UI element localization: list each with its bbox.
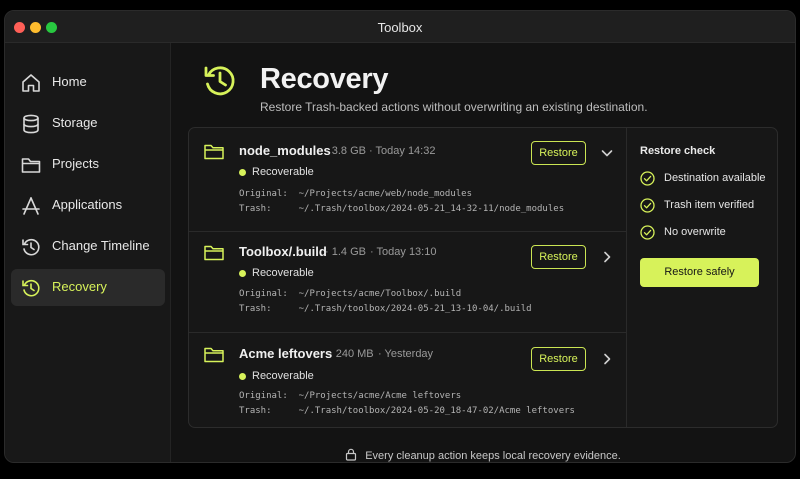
original-path: Original: ~/Projects/acme/Toolbox/.build	[239, 289, 462, 299]
item-time: · Today 14:32	[369, 145, 436, 157]
check-item: No overwrite	[640, 225, 775, 241]
item-name: Toolbox/.build	[239, 244, 327, 259]
restore-button[interactable]: Restore	[531, 245, 586, 269]
sidebar-item-home[interactable]: Home	[11, 64, 165, 101]
folder-icon	[21, 158, 41, 173]
trash-path: Trash: ~/.Trash/toolbox/2024-05-20_18-47…	[239, 406, 575, 416]
folder-icon	[204, 144, 224, 160]
check-label: No overwrite	[664, 226, 726, 238]
status-dot	[239, 270, 246, 277]
check-item: Destination available	[640, 171, 775, 187]
restore-button[interactable]: Restore	[531, 347, 586, 371]
check-circle-icon	[640, 171, 655, 186]
sidebar-item-storage[interactable]: Storage	[11, 105, 165, 142]
item-time: · Today 13:10	[370, 246, 437, 258]
sidebar-item-change-timeline[interactable]: Change Timeline	[11, 228, 165, 265]
page-title: Recovery	[260, 63, 389, 95]
restore-safely-button[interactable]: Restore safely	[640, 258, 759, 287]
chevron-down-icon[interactable]	[600, 146, 614, 160]
item-time: · Yesterday	[378, 348, 434, 360]
status-badge: Recoverable	[252, 267, 314, 279]
check-circle-icon	[640, 225, 655, 240]
list-item[interactable]: node_modules · 3.8 GB · Today 14:32 Reco…	[189, 128, 626, 232]
recovery-icon	[22, 279, 40, 297]
title-bar: Toolbox	[5, 11, 795, 43]
restore-button[interactable]: Restore	[531, 141, 586, 165]
item-name: node_modules	[239, 143, 331, 158]
trash-path: Trash: ~/.Trash/toolbox/2024-05-21_13-10…	[239, 304, 532, 314]
sidebar-item-label: Change Timeline	[52, 238, 150, 253]
recovery-list: node_modules · 3.8 GB · Today 14:32 Reco…	[189, 128, 626, 427]
sidebar-item-applications[interactable]: Applications	[11, 187, 165, 224]
item-size: · 240 MB	[329, 348, 374, 360]
status-badge: Recoverable	[252, 166, 314, 178]
trash-path: Trash: ~/.Trash/toolbox/2024-05-21_14-32…	[239, 204, 565, 214]
database-icon	[23, 114, 39, 134]
item-size: · 1.4 GB	[325, 246, 366, 258]
status-badge: Recoverable	[252, 370, 314, 382]
sidebar: Home Storage Projects Applications Chang…	[5, 43, 171, 462]
lock-icon	[346, 448, 357, 461]
original-path: Original: ~/Projects/acme/Acme leftovers	[239, 391, 462, 401]
window-title: Toolbox	[377, 20, 423, 35]
sidebar-item-projects[interactable]: Projects	[11, 146, 165, 183]
applications-icon	[22, 197, 40, 215]
list-item[interactable]: Toolbox/.build · 1.4 GB · Today 13:10 Re…	[189, 232, 626, 333]
sidebar-item-recovery[interactable]: Recovery	[11, 269, 165, 306]
item-name: Acme leftovers	[239, 346, 333, 361]
history-icon	[22, 238, 40, 256]
restore-check-title: Restore check	[640, 145, 716, 157]
sidebar-item-label: Home	[52, 74, 87, 89]
sidebar-item-label: Recovery	[52, 279, 107, 294]
page-subtitle: Restore Trash-backed actions without ove…	[260, 100, 648, 114]
main-content: Recovery Restore Trash-backed actions wi…	[171, 43, 795, 462]
item-size: · 3.8 GB	[325, 145, 366, 157]
check-label: Destination available	[664, 172, 766, 184]
chevron-right-icon[interactable]	[600, 250, 614, 264]
status-dot	[239, 169, 246, 176]
app-window: Toolbox Home Storage Projects Applicatio…	[4, 10, 796, 463]
check-label: Trash item verified	[664, 199, 755, 211]
sidebar-item-label: Projects	[52, 156, 99, 171]
list-item[interactable]: Acme leftovers · 240 MB · Yesterday Reco…	[189, 333, 626, 427]
sidebar-item-label: Storage	[52, 115, 98, 130]
folder-icon	[204, 245, 224, 261]
restore-check-panel: Restore check Destination available Tras…	[626, 128, 777, 427]
recovery-panel: node_modules · 3.8 GB · Today 14:32 Reco…	[188, 127, 778, 428]
home-icon	[22, 74, 40, 92]
check-item: Trash item verified	[640, 198, 775, 214]
recovery-icon	[204, 66, 235, 96]
footer-note: Every cleanup action keeps local recover…	[171, 448, 795, 462]
status-dot	[239, 373, 246, 380]
check-circle-icon	[640, 198, 655, 213]
sidebar-item-label: Applications	[52, 197, 123, 212]
chevron-right-icon[interactable]	[600, 352, 614, 366]
original-path: Original: ~/Projects/acme/web/node_modul…	[239, 189, 472, 199]
footer-text: Every cleanup action keeps local recover…	[365, 450, 621, 462]
folder-icon	[204, 347, 224, 363]
